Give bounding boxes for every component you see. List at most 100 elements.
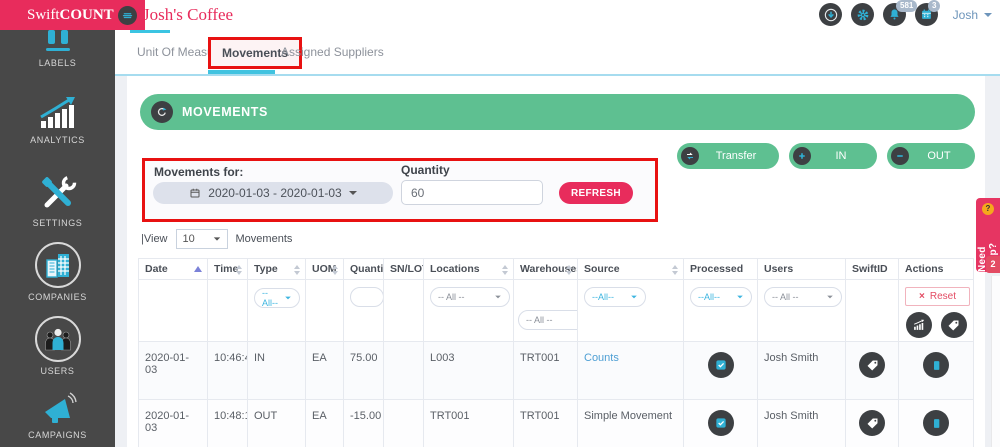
campaigns-megaphone-icon <box>0 390 115 426</box>
col-quantity[interactable]: Quantity <box>343 258 384 280</box>
locations-filter-dropdown[interactable]: -- All -- <box>430 287 510 307</box>
sidebar-item-label: LABELS <box>38 58 77 68</box>
users-filter-dropdown[interactable]: -- All -- <box>764 287 842 307</box>
cell-date: 2020-01-03 <box>138 341 208 400</box>
sidebar-item-label: CAMPAIGNS <box>28 430 87 440</box>
date-range-picker[interactable]: 2020-01-03 - 2020-01-03 <box>153 182 393 204</box>
cell-locations: TRT001 <box>423 399 514 447</box>
sort-icon <box>672 265 679 275</box>
col-locations[interactable]: Locations <box>423 258 514 280</box>
device-action-icon[interactable] <box>923 352 949 378</box>
swiftid-tag-icon[interactable] <box>859 410 885 436</box>
cell-type: IN <box>247 341 306 400</box>
sort-icon <box>294 265 301 275</box>
brand-suffix: COUNT <box>59 7 114 23</box>
content-card: MOVEMENTS Transfer IN OUT Movements for:… <box>127 76 985 447</box>
movements-table: Date Time Type UOM Quantity SN/LOT# Loca… <box>138 258 974 447</box>
processed-filter-dropdown[interactable]: --All-- <box>690 287 752 307</box>
sidebar-item-settings[interactable]: SETTINGS <box>0 172 115 228</box>
labels-tag-icon[interactable] <box>940 312 967 338</box>
col-swiftid[interactable]: SwiftID <box>845 258 899 280</box>
col-snlot[interactable]: SN/LOT# <box>383 258 424 280</box>
cell-quantity: 75.00 <box>343 341 384 400</box>
type-filter-dropdown[interactable]: --All-- <box>254 288 300 308</box>
sidebar-item-campaigns[interactable]: CAMPAIGNS <box>0 390 115 440</box>
notifications-bell-icon[interactable]: 581 <box>883 0 918 26</box>
gear-icon[interactable] <box>851 3 874 26</box>
sort-asc-icon <box>194 266 202 272</box>
chevron-down-icon <box>348 191 357 195</box>
top-bar: SwiftCOUNT Josh's Coffee 581 3 Josh <box>0 0 1000 30</box>
col-users[interactable]: Users <box>757 258 846 280</box>
loading-progress-bar <box>130 30 170 33</box>
view-label: |View <box>141 233 168 245</box>
sidebar-item-label: USERS <box>40 366 75 376</box>
processed-check-icon <box>707 352 734 378</box>
sort-icon <box>332 265 339 275</box>
cell-source: Simple Movement <box>577 399 684 447</box>
source-filter-dropdown[interactable]: --All-- <box>584 287 646 307</box>
swiftid-tag-icon[interactable] <box>859 352 885 378</box>
annotation-marker-2: 2 <box>986 256 1000 273</box>
col-time[interactable]: Time <box>207 258 248 280</box>
col-actions[interactable]: Actions <box>898 258 974 280</box>
date-range-value: 2020-01-03 - 2020-01-03 <box>208 186 342 200</box>
view-unit-label: Movements <box>235 233 293 245</box>
calendar-count-badge: 3 <box>928 0 941 12</box>
sort-icon <box>566 265 573 275</box>
analytics-report-icon[interactable] <box>905 312 932 338</box>
in-label: IN <box>835 150 847 162</box>
plus-circle-icon <box>793 147 811 165</box>
cell-type: OUT <box>247 399 306 447</box>
transfer-button[interactable]: Transfer <box>677 143 779 169</box>
cell-quantity: -15.00 <box>343 399 384 447</box>
tab-movements[interactable]: Movements <box>222 46 288 60</box>
quantity-label: Quantity <box>401 163 450 177</box>
source-link[interactable]: Counts <box>584 352 619 364</box>
download-icon[interactable] <box>819 3 842 26</box>
company-logo-icon <box>118 5 137 25</box>
table-row[interactable]: 2020-01-03 10:48:10 OUT EA -15.00 TRT001… <box>138 399 974 447</box>
transfer-label: Transfer <box>715 150 757 162</box>
cell-warehouses: TRT001 <box>513 399 578 447</box>
sidebar-item-analytics[interactable]: ANALYTICS <box>0 93 115 145</box>
tab-bar: Unit Of Measure Movements Assigned Suppl… <box>115 30 1000 76</box>
col-warehouses[interactable]: Warehouses <box>513 258 578 280</box>
chevron-down-icon <box>213 237 220 241</box>
quantity-filter-input[interactable] <box>350 287 383 307</box>
quantity-input[interactable] <box>401 180 543 205</box>
col-processed[interactable]: Processed <box>683 258 758 280</box>
main-area: Unit Of Measure Movements Assigned Suppl… <box>115 30 1000 447</box>
refresh-button[interactable]: REFRESH <box>559 182 633 204</box>
device-action-icon[interactable] <box>923 410 949 436</box>
sidebar-item-companies[interactable]: COMPANIES <box>0 242 115 302</box>
calendar-icon[interactable]: 3 <box>915 0 941 26</box>
cell-users: Josh Smith <box>757 399 846 447</box>
active-tab-underline <box>208 70 275 74</box>
sidebar-item-users[interactable]: USERS <box>0 316 115 376</box>
tab-assigned-suppliers[interactable]: Assigned Suppliers <box>281 30 384 74</box>
user-menu[interactable]: Josh <box>953 0 992 30</box>
analytics-icon <box>0 93 115 131</box>
notification-count-badge: 581 <box>896 0 918 12</box>
cell-date: 2020-01-03 <box>138 399 208 447</box>
company-switcher[interactable]: Josh's Coffee <box>118 0 233 30</box>
table-row[interactable]: 2020-01-03 10:46:41 IN EA 75.00 L003 TRT… <box>138 341 974 400</box>
cell-locations: L003 <box>423 341 514 400</box>
sidebar-item-labels[interactable]: LABELS <box>0 30 115 68</box>
col-uom[interactable]: UOM <box>305 258 344 280</box>
annotation-box-2-filter-panel: Movements for: 2020-01-03 - 2020-01-03 Q… <box>142 158 658 222</box>
warehouses-filter-dropdown[interactable]: -- All -- <box>518 310 577 330</box>
col-date[interactable]: Date <box>138 258 208 280</box>
scrollbar-track[interactable] <box>991 276 1000 447</box>
out-button[interactable]: OUT <box>887 143 975 169</box>
page-size-select[interactable]: 10 <box>175 229 228 249</box>
col-type[interactable]: Type <box>247 258 306 280</box>
cell-time: 10:46:41 <box>207 341 248 400</box>
in-button[interactable]: IN <box>789 143 877 169</box>
reset-filters-button[interactable]: × Reset <box>905 287 970 306</box>
sort-icon <box>236 265 243 275</box>
view-controls: |View 10 Movements <box>141 229 292 249</box>
col-source[interactable]: Source <box>577 258 684 280</box>
filter-row: --All-- -- All -- -- All -- --All-- --Al… <box>138 279 974 342</box>
